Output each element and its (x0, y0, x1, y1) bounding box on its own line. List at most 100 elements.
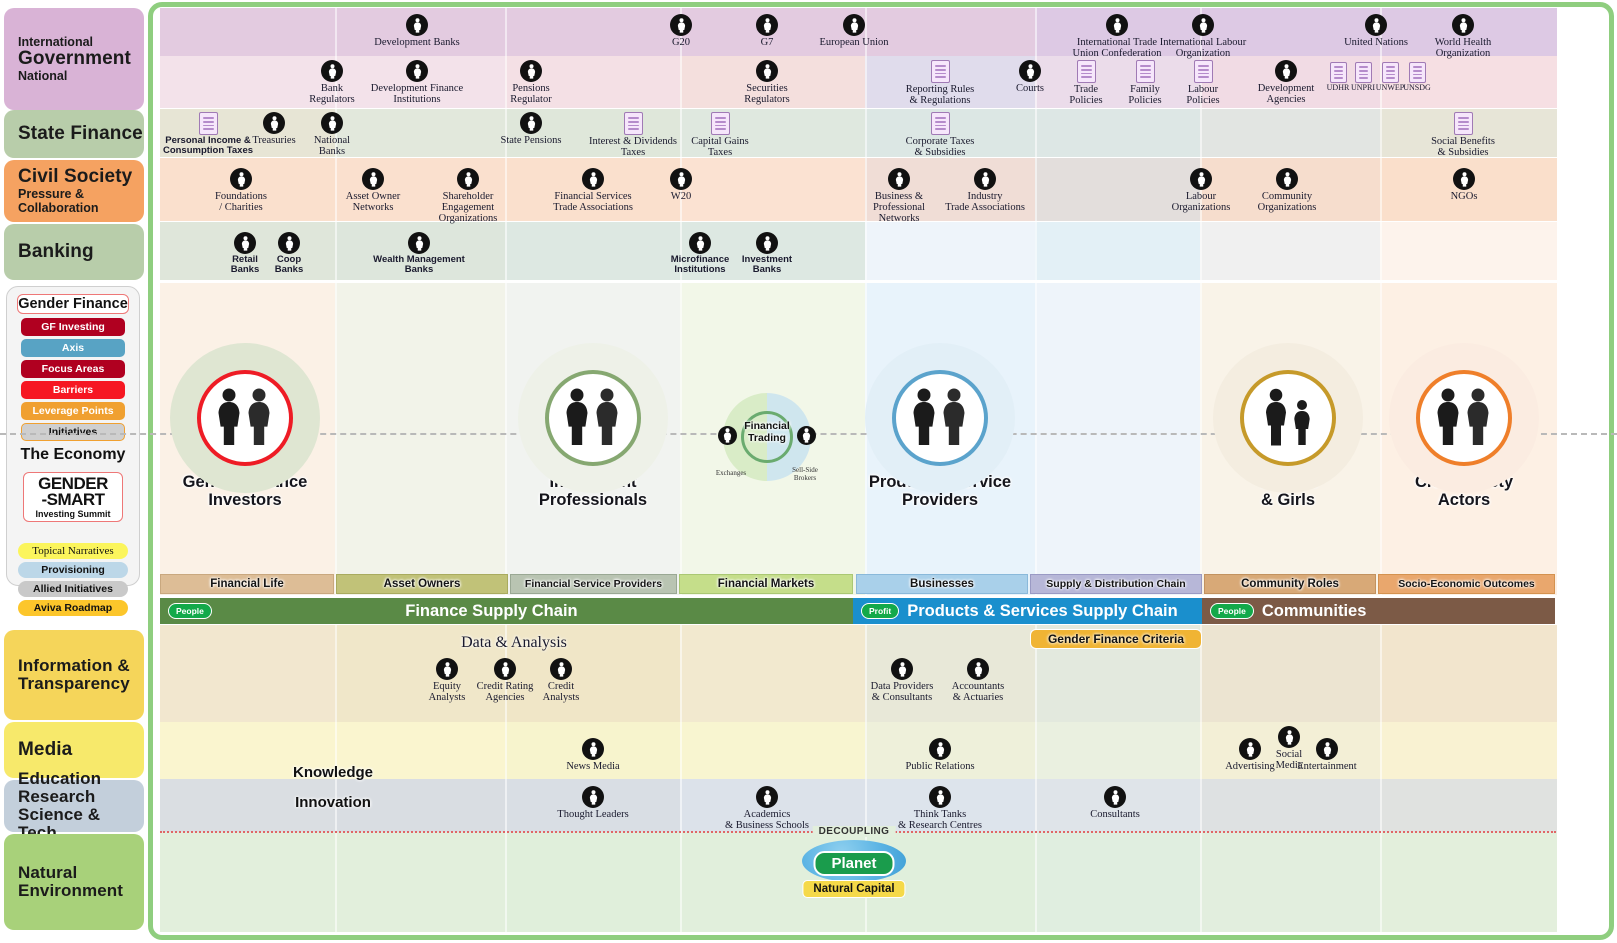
node-icon (1397, 62, 1437, 83)
person-icon (520, 112, 542, 134)
node-icon (665, 112, 775, 135)
person-icon (550, 658, 572, 680)
persona-investment-professionals[interactable]: InvestmentProfessionals (478, 343, 708, 510)
node-icon (362, 14, 472, 36)
node-label: Community Organizations (1257, 191, 1317, 214)
persona-ring (1240, 370, 1336, 466)
person-icon (843, 14, 865, 36)
person-icon (891, 658, 913, 680)
legend-lower-chip-aviva-roadmap[interactable]: Aviva Roadmap (18, 600, 128, 617)
node-icon (1409, 168, 1519, 190)
node-icon (923, 658, 1033, 680)
gender-finance-criteria-badge[interactable]: Gender Finance Criteria (1030, 629, 1202, 649)
person-icon (230, 168, 252, 190)
persona-gender-finance-investors[interactable]: Gender FinanceInvestors (130, 343, 360, 510)
legend-chip-gf-investing[interactable]: GF Investing (21, 318, 125, 336)
person-icon (362, 168, 384, 190)
node-wealth-management-banks: Wealth Management Banks (364, 232, 474, 275)
band-state-finance-col5 (1035, 109, 1200, 157)
node-icon (476, 112, 586, 134)
chain-tile-community-roles[interactable]: Community Roles (1204, 574, 1376, 594)
row-label-natural: Natural Environment (4, 834, 144, 930)
chain-tile-socio-economic-outcomes[interactable]: Socio-Economic Outcomes (1378, 574, 1555, 594)
node-entertainment: Entertainment (1272, 738, 1382, 772)
row-label-civil-society-sub: Pressure & Collaboration (18, 186, 99, 215)
legend-lower-chip-topical-narratives[interactable]: Topical Narratives (18, 543, 128, 560)
node-label: Capital Gains Taxes (691, 136, 749, 159)
node-icon (885, 786, 995, 808)
row-label-information-title: Information & Transparency (18, 656, 130, 693)
legend-lower-chip-allied-initiatives[interactable]: Allied Initiatives (18, 581, 128, 598)
document-line (934, 76, 946, 78)
band-information-col7 (1380, 625, 1557, 722)
node-thought-leaders: Thought Leaders (538, 786, 648, 820)
legend-chip-leverage-points[interactable]: Leverage Points (21, 402, 125, 420)
chain-tile-asset-owners[interactable]: Asset Owners (336, 574, 508, 594)
band-information-col0 (160, 625, 335, 722)
chain-tile-financial-markets[interactable]: Financial Markets (679, 574, 853, 594)
document-line (934, 124, 946, 127)
node-icon (186, 168, 296, 190)
logo-line-2: -SMART (41, 490, 105, 510)
person-icon (1104, 786, 1126, 808)
document-icon (1381, 62, 1399, 83)
supply-bar-label: Products & Services Supply Chain (907, 601, 1178, 620)
band-natural-col2 (505, 832, 680, 932)
persona-product-service-providers[interactable]: Product & ServiceProviders (825, 343, 1055, 510)
person-icon (582, 786, 604, 808)
legend-chip-barriers[interactable]: Barriers (21, 381, 125, 399)
document-line (1385, 66, 1395, 68)
row-label-government-top: International (18, 34, 94, 49)
person-icon (1190, 168, 1212, 190)
node-label: Social Benefits & Subsidies (1431, 136, 1495, 159)
legend-chip-focus-areas[interactable]: Focus Areas (21, 360, 125, 378)
person-icon (689, 232, 711, 254)
legend-lower-chip-provisioning[interactable]: Provisioning (18, 562, 128, 579)
node-development-banks: Development Banks (362, 14, 472, 48)
un-doc-unsdg: UNSDG (1397, 62, 1437, 92)
legend-chip-initiatives[interactable]: Initiatives (21, 423, 125, 441)
node-label: Entertainment (1297, 761, 1357, 772)
person-icon (756, 14, 778, 36)
row-label-civil-society-title: Civil Society (18, 165, 133, 187)
document-line (934, 65, 946, 67)
persona-ring (892, 370, 988, 466)
document-icon (1193, 60, 1213, 83)
band-education-col7 (1380, 779, 1557, 832)
node-label: Academics & Business Schools (724, 809, 809, 832)
document-line (1412, 69, 1422, 72)
node-label: Pensions Regulator (510, 83, 552, 106)
person-icon (929, 738, 951, 760)
person-icon (1106, 14, 1128, 36)
node-icon (538, 786, 648, 808)
chain-tile-businesses[interactable]: Businesses (856, 574, 1028, 594)
node-world-health-organization: World Health Organization (1408, 14, 1518, 59)
document-icon (710, 112, 730, 135)
document-icon (1453, 112, 1473, 135)
financial-trading-left-label: Exchanges (715, 469, 747, 477)
persona-civil-society-actors[interactable]: Civil SocietyActors (1349, 343, 1579, 510)
chain-tile-supply-distribution-chain[interactable]: Supply & Distribution Chain (1030, 574, 1202, 594)
node-icon (1408, 14, 1518, 36)
person-icon (1276, 168, 1298, 190)
document-line (202, 117, 214, 119)
node-national-banks: National Banks (277, 112, 387, 157)
person-icon (1192, 14, 1214, 36)
chain-tile-financial-service-providers[interactable]: Financial Service Providers (510, 574, 677, 594)
document-line (714, 128, 726, 130)
person-icon (520, 60, 542, 82)
node-industry-trade-associations: Industry Trade Associations (930, 168, 1040, 213)
supply-bar-label: Finance Supply Chain (405, 601, 578, 620)
node-label: Industry Trade Associations (945, 191, 1025, 214)
document-line (627, 117, 639, 119)
person-icon (670, 168, 692, 190)
node-news-media: News Media (538, 738, 648, 772)
node-icon (318, 168, 428, 190)
financial-trading-right-label: Sell-Side Brokers (792, 466, 818, 482)
chain-tile-financial-life[interactable]: Financial Life (160, 574, 334, 594)
legend-chip-axis[interactable]: Axis (21, 339, 125, 357)
node-academics-business-schools: Academics & Business Schools (712, 786, 822, 831)
document-line (1358, 73, 1368, 76)
node-label: Corporate Taxes & Subsidies (905, 136, 975, 159)
document-line (714, 124, 726, 127)
